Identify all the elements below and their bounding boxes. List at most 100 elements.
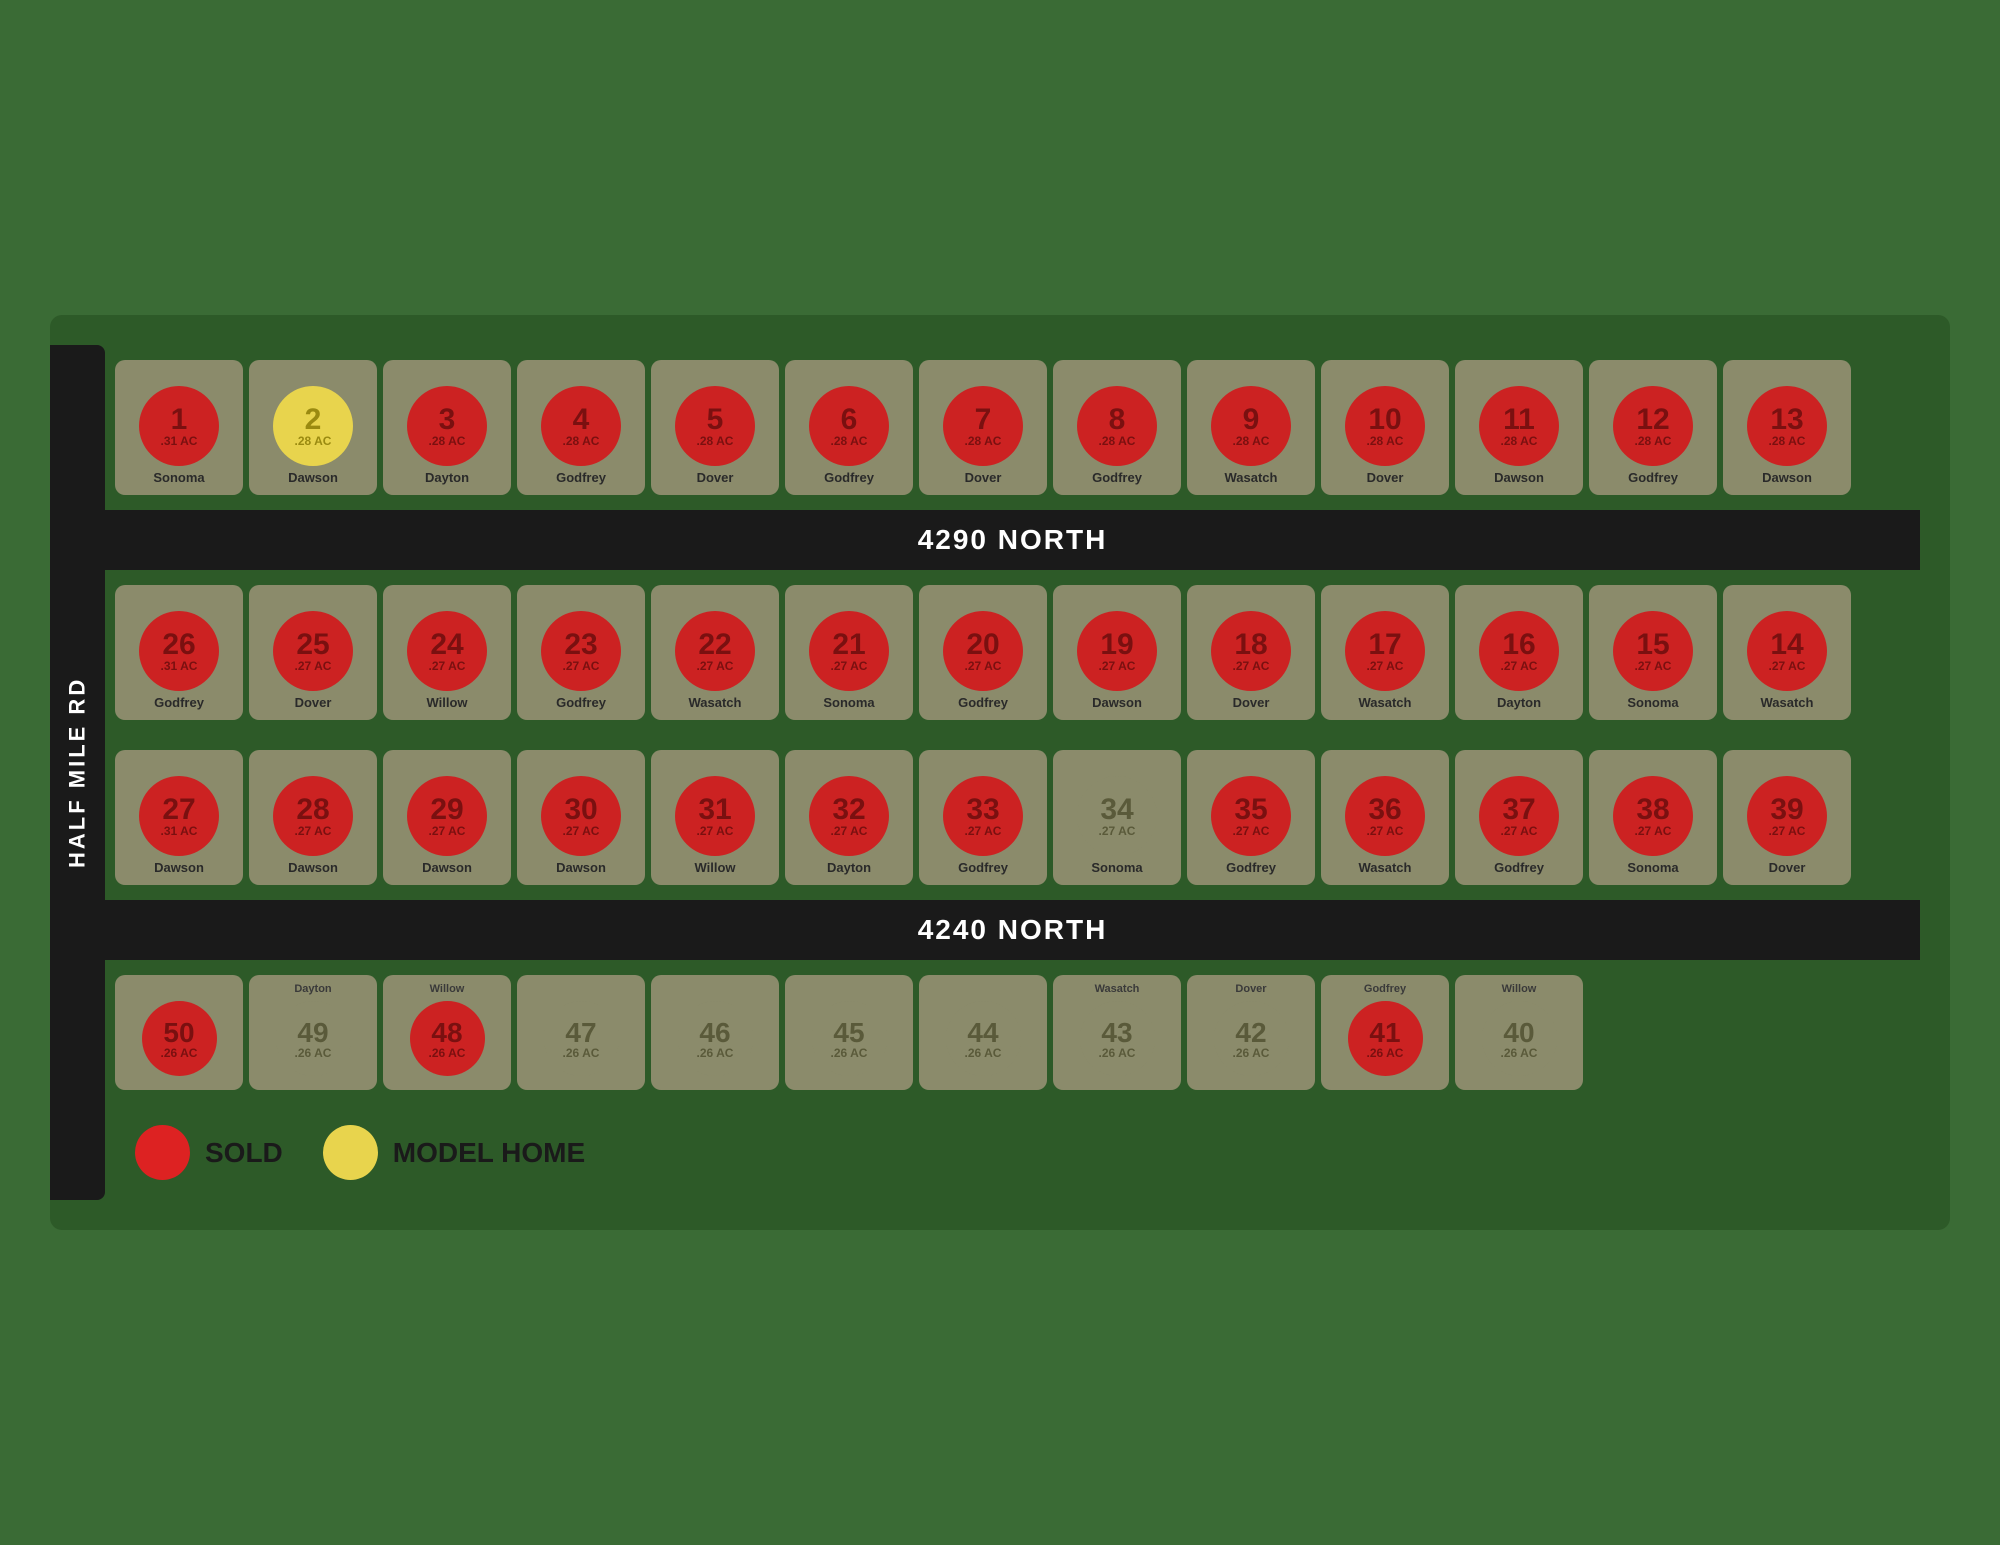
lot-number-8: 8 [1109, 405, 1126, 435]
lot-20[interactable]: 20.27 ACGodfrey [919, 585, 1047, 720]
lot-41[interactable]: Godfrey41.26 AC [1321, 975, 1449, 1090]
lot-circle-10: 10.28 AC [1345, 386, 1425, 466]
lot-6[interactable]: 6.28 ACGodfrey [785, 360, 913, 495]
lot-number-38: 38 [1636, 795, 1669, 825]
lot-number-10: 10 [1368, 405, 1401, 435]
model-label: MODEL HOME [393, 1137, 585, 1169]
lot-circle-4: 4.28 AC [541, 386, 621, 466]
lot-label-11: Dawson [1494, 470, 1544, 485]
lot-circle-32: 32.27 AC [809, 776, 889, 856]
lot-label-38: Sonoma [1627, 860, 1678, 875]
lot-label-10: Dover [1367, 470, 1404, 485]
lot-11[interactable]: 11.28 ACDawson [1455, 360, 1583, 495]
lot-31[interactable]: 31.27 ACWillow [651, 750, 779, 885]
lot-5[interactable]: 5.28 ACDover [651, 360, 779, 495]
lot-21[interactable]: 21.27 ACSonoma [785, 585, 913, 720]
lot-number-11: 11 [1503, 405, 1535, 435]
lot-45[interactable]: 45.26 AC [785, 975, 913, 1090]
lot-ac-32: .27 AC [831, 825, 868, 837]
lot-28[interactable]: 28.27 ACDawson [249, 750, 377, 885]
lot-circle-23: 23.27 AC [541, 611, 621, 691]
lot-49[interactable]: Dayton49.26 AC [249, 975, 377, 1090]
lot-25[interactable]: 25.27 ACDover [249, 585, 377, 720]
lot-ac-25: .27 AC [295, 660, 332, 672]
lot-48[interactable]: Willow48.26 AC [383, 975, 511, 1090]
lot-30[interactable]: 30.27 ACDawson [517, 750, 645, 885]
lot-43[interactable]: Wasatch43.26 AC [1053, 975, 1181, 1090]
lot-39[interactable]: 39.27 ACDover [1723, 750, 1851, 885]
lot-8[interactable]: 8.28 ACGodfrey [1053, 360, 1181, 495]
lot-label-32: Dayton [827, 860, 871, 875]
lot-circle-40: 40.26 AC [1482, 1001, 1557, 1076]
lot-16[interactable]: 16.27 ACDayton [1455, 585, 1583, 720]
half-mile-rd-label: HALF MILE RD [50, 345, 105, 1200]
lot-22[interactable]: 22.27 ACWasatch [651, 585, 779, 720]
lot-ac-28: .27 AC [295, 825, 332, 837]
lot-circle-6: 6.28 AC [809, 386, 889, 466]
lot-circle-26: 26.31 AC [139, 611, 219, 691]
lot-17[interactable]: 17.27 ACWasatch [1321, 585, 1449, 720]
lot-35[interactable]: 35.27 ACGodfrey [1187, 750, 1315, 885]
lot-26[interactable]: 26.31 ACGodfrey [115, 585, 243, 720]
lot-33[interactable]: 33.27 ACGodfrey [919, 750, 1047, 885]
lot-number-13: 13 [1770, 405, 1803, 435]
lot-13[interactable]: 13.28 ACDawson [1723, 360, 1851, 495]
lot-circle-18: 18.27 AC [1211, 611, 1291, 691]
lot-ac-30: .27 AC [563, 825, 600, 837]
lot-14[interactable]: 14.27 ACWasatch [1723, 585, 1851, 720]
lot-label-5: Dover [697, 470, 734, 485]
lot-number-6: 6 [841, 405, 858, 435]
lot-36[interactable]: 36.27 ACWasatch [1321, 750, 1449, 885]
lot-ac-24: .27 AC [429, 660, 466, 672]
lot-number-19: 19 [1100, 630, 1133, 660]
lot-40[interactable]: Willow40.26 AC [1455, 975, 1583, 1090]
lot-50[interactable]: 50.26 AC [115, 975, 243, 1090]
lot-23[interactable]: 23.27 ACGodfrey [517, 585, 645, 720]
lot-label-20: Godfrey [958, 695, 1008, 710]
lot-number-9: 9 [1243, 405, 1260, 435]
sold-circle-icon [135, 1125, 190, 1180]
lot-number-5: 5 [707, 405, 724, 435]
lot-number-47: 47 [565, 1019, 596, 1047]
lot-42[interactable]: Dover42.26 AC [1187, 975, 1315, 1090]
lot-top-label-43: Wasatch [1095, 983, 1140, 997]
lot-label-14: Wasatch [1761, 695, 1814, 710]
lot-1[interactable]: 1.31 ACSonoma [115, 360, 243, 495]
lot-label-7: Dover [965, 470, 1002, 485]
lot-ac-9: .28 AC [1233, 435, 1270, 447]
lot-circle-27: 27.31 AC [139, 776, 219, 856]
lot-38[interactable]: 38.27 ACSonoma [1589, 750, 1717, 885]
lot-18[interactable]: 18.27 AC Dover [1187, 585, 1315, 720]
lot-4[interactable]: 4.28 ACGodfrey [517, 360, 645, 495]
lot-34[interactable]: 34.27 ACSonoma [1053, 750, 1181, 885]
lot-24[interactable]: 24.27 ACWillow [383, 585, 511, 720]
lot-12[interactable]: 12.28 ACGodfrey [1589, 360, 1717, 495]
lot-10[interactable]: 10.28 AC Dover [1321, 360, 1449, 495]
lot-circle-15: 15.27 AC [1613, 611, 1693, 691]
lot-15[interactable]: 15.27 ACSonoma [1589, 585, 1717, 720]
lot-27[interactable]: 27.31 ACDawson [115, 750, 243, 885]
plat-map: HALF MILE RD 1.31 ACSonoma2.28 ACDawson3… [50, 315, 1950, 1230]
main-container: HALF MILE RD 1.31 ACSonoma2.28 ACDawson3… [0, 0, 2000, 1545]
lot-number-40: 40 [1503, 1019, 1534, 1047]
lot-label-1: Sonoma [153, 470, 204, 485]
lot-9[interactable]: 9.28 ACWasatch [1187, 360, 1315, 495]
lot-label-25: Dover [295, 695, 332, 710]
lot-37[interactable]: 37.27 ACGodfrey [1455, 750, 1583, 885]
lot-19[interactable]: 19.27 ACDawson [1053, 585, 1181, 720]
lot-3[interactable]: 3.28 ACDayton [383, 360, 511, 495]
lot-ac-17: .27 AC [1367, 660, 1404, 672]
lot-46[interactable]: 46.26 AC [651, 975, 779, 1090]
lot-32[interactable]: 32.27 AC Dayton [785, 750, 913, 885]
lot-label-24: Willow [426, 695, 467, 710]
lot-circle-41: 41.26 AC [1348, 1001, 1423, 1076]
lot-2[interactable]: 2.28 ACDawson [249, 360, 377, 495]
lot-47[interactable]: 47.26 AC [517, 975, 645, 1090]
lot-label-18: Dover [1233, 695, 1270, 710]
lot-29[interactable]: 29.27 ACDawson [383, 750, 511, 885]
lot-44[interactable]: 44.26 AC [919, 975, 1047, 1090]
lot-number-12: 12 [1636, 405, 1669, 435]
legend-sold: SOLD [135, 1125, 283, 1180]
lot-number-49: 49 [297, 1019, 328, 1047]
lot-7[interactable]: 7.28 ACDover [919, 360, 1047, 495]
